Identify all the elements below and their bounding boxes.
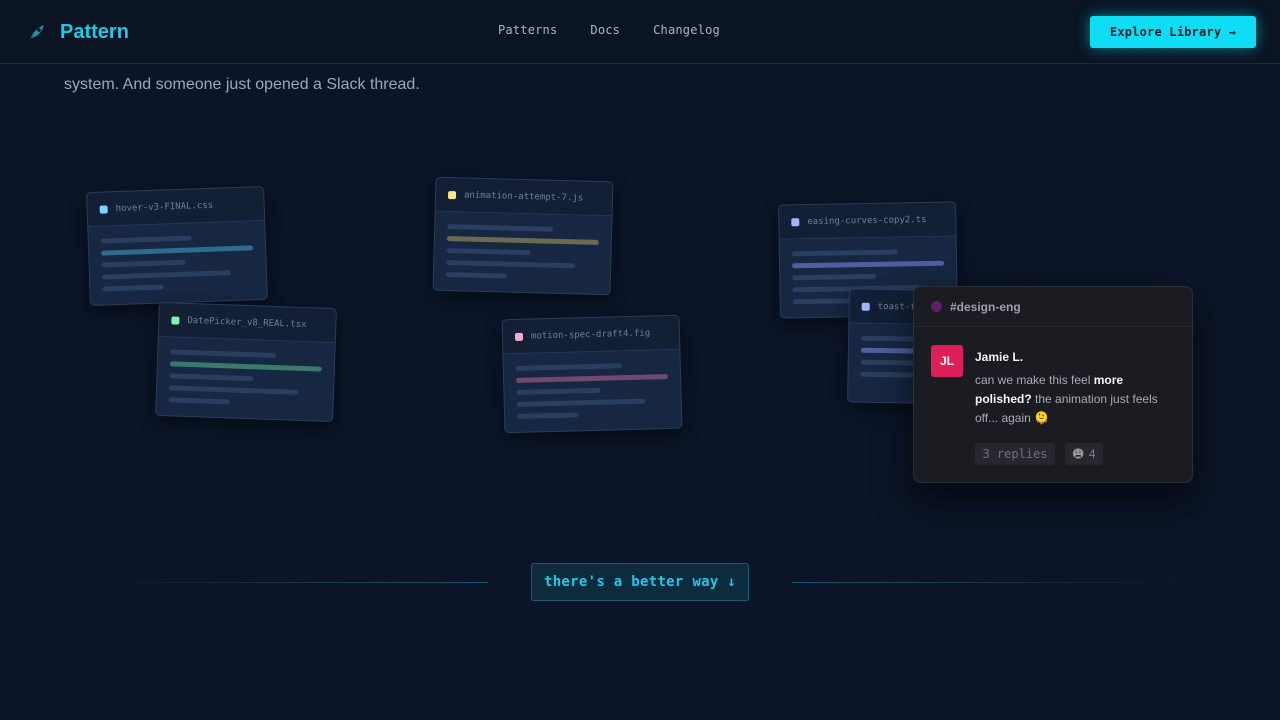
code-line-highlight xyxy=(516,374,669,383)
file-name: hover-v3-FINAL.css xyxy=(115,200,214,214)
code-line xyxy=(169,373,254,382)
top-nav: Pattern Patterns Docs Changelog Explore … xyxy=(0,0,1280,64)
file-card-header: animation-attempt-7.js xyxy=(435,177,613,217)
file-card: hover-v3-FINAL.css xyxy=(86,185,268,307)
code-line xyxy=(446,248,531,256)
code-line xyxy=(792,273,876,281)
page: Pattern Patterns Docs Changelog Explore … xyxy=(0,0,1280,720)
rocket-icon xyxy=(30,25,44,39)
file-card: motion-spec-draft4.fig xyxy=(501,314,683,434)
file-type-icon xyxy=(447,190,457,199)
file-type-icon xyxy=(514,332,524,341)
replies-button[interactable]: 3 replies xyxy=(975,443,1055,465)
slack-logo-icon xyxy=(931,301,942,312)
file-type-icon xyxy=(791,217,800,226)
code-preview xyxy=(88,221,266,292)
code-preview xyxy=(434,212,612,282)
intro-text: system. And someone just opened a Slack … xyxy=(64,76,420,93)
code-line-highlight xyxy=(169,361,322,372)
divider-left xyxy=(96,582,488,583)
nav-link-docs[interactable]: Docs xyxy=(590,23,620,37)
code-line xyxy=(445,271,507,279)
slack-thread-panel: #design-eng JL Jamie L. can we make this… xyxy=(913,286,1193,483)
code-line xyxy=(791,249,899,257)
message-author: Jamie L. xyxy=(975,350,1024,364)
file-name: toast-f xyxy=(877,301,916,313)
code-line xyxy=(447,224,554,232)
code-line xyxy=(100,235,193,244)
code-line-highlight xyxy=(101,245,254,256)
file-type-icon xyxy=(99,204,108,214)
file-name: motion-spec-draft4.fig xyxy=(530,327,651,342)
file-card: animation-attempt-7.js xyxy=(432,176,614,296)
weary-face-icon: 😩 xyxy=(1072,448,1085,460)
code-preview xyxy=(157,337,335,408)
better-way-button[interactable]: there's a better way ↓ xyxy=(531,563,749,601)
reaction-count: 4 xyxy=(1088,447,1096,461)
channel-name: #design-eng xyxy=(950,299,1021,314)
file-name: DatePicker_v8_REAL.tsx xyxy=(187,315,307,330)
code-line xyxy=(515,363,623,371)
brand-name: Pattern xyxy=(60,20,129,43)
code-line-highlight xyxy=(792,260,945,269)
file-card-header: easing-curves-copy2.ts xyxy=(779,202,956,240)
code-line-highlight xyxy=(446,236,599,245)
message-text: can we make this feel more polished? the… xyxy=(975,371,1175,428)
nav-link-changelog[interactable]: Changelog xyxy=(653,23,720,37)
brand-logo[interactable]: Pattern xyxy=(28,20,129,44)
file-card-header: motion-spec-draft4.fig xyxy=(502,315,680,355)
file-type-icon xyxy=(171,315,180,325)
file-name: easing-curves-copy2.ts xyxy=(807,214,927,227)
code-line xyxy=(101,259,186,268)
slack-channel-header: #design-eng xyxy=(914,287,1192,327)
code-line xyxy=(516,398,646,407)
nav-links: Patterns Docs Changelog xyxy=(498,23,720,37)
code-line xyxy=(517,412,578,419)
explore-library-button[interactable]: Explore Library → xyxy=(1090,16,1256,48)
file-type-icon xyxy=(861,302,870,311)
code-line xyxy=(102,284,164,292)
code-line xyxy=(101,270,232,280)
code-line xyxy=(168,385,299,395)
message-text-part: can we make this feel xyxy=(975,373,1094,387)
file-name: animation-attempt-7.js xyxy=(463,189,584,204)
code-line xyxy=(170,349,277,359)
reaction-button[interactable]: 😩 4 xyxy=(1065,443,1103,465)
code-line xyxy=(516,387,601,395)
nav-link-patterns[interactable]: Patterns xyxy=(498,23,557,37)
code-line xyxy=(168,397,230,405)
divider-right xyxy=(792,582,1184,583)
file-card: DatePicker_v8_REAL.tsx xyxy=(155,301,337,423)
avatar: JL xyxy=(931,345,963,377)
code-line xyxy=(792,298,854,305)
code-line xyxy=(446,260,576,269)
code-preview xyxy=(503,350,681,420)
